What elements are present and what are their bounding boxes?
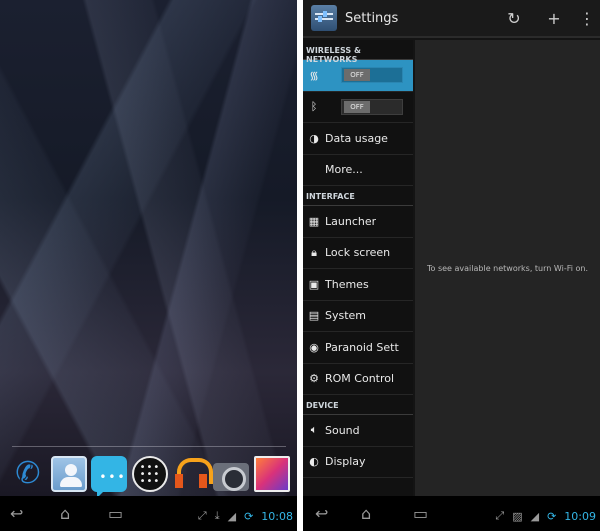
system-icon: ▤ [308, 309, 320, 323]
page-title: Settings [345, 10, 399, 26]
sync-icon: ⟳ [244, 509, 254, 523]
recent-apps-icon[interactable]: ▭ [108, 504, 123, 523]
list-item-system[interactable]: ▤ System [303, 301, 413, 332]
list-item-sound[interactable]: 🔈︎ Sound [303, 415, 413, 447]
bluetooth-icon: ᛒ [310, 100, 318, 114]
sound-label: Sound [325, 423, 360, 437]
dock-divider [12, 446, 286, 447]
system-label: System [325, 309, 367, 323]
wifi-empty-message: To see available networks, turn Wi-Fi on… [426, 264, 589, 273]
list-item-rom-control[interactable]: ⚙ ROM Control [303, 364, 413, 395]
list-item-display[interactable]: ◐ Display [303, 447, 413, 478]
wallpaper [0, 0, 297, 496]
list-item-more[interactable]: More... [303, 155, 413, 186]
section-header-interface: INTERFACE [303, 186, 413, 206]
sound-icon: 🔈︎ [310, 423, 318, 437]
action-bar: Settings ↻ + ⋮ [303, 0, 600, 38]
messaging-icon[interactable]: ••• [91, 456, 128, 498]
clock: 10:08 [261, 509, 293, 523]
display-icon: ◐ [309, 455, 319, 469]
list-item-wifi[interactable]: ᯾ OFF [303, 60, 413, 92]
rom-control-icon: ⚙ [309, 372, 319, 386]
data-usage-icon: ◑ [309, 131, 319, 145]
themes-icon: ▣ [308, 277, 320, 291]
lock-screen-label: Lock screen [325, 246, 391, 260]
fullscreen-icon: ⤢ [197, 509, 207, 522]
list-item-data-usage[interactable]: ◑ Data usage [303, 123, 413, 155]
wifi-toggle[interactable]: OFF [341, 67, 403, 84]
data-usage-label: Data usage [325, 131, 388, 145]
all-apps-icon[interactable]: ••• ••• ••• [131, 456, 168, 492]
more-label: More... [325, 163, 363, 177]
home-screen: ✆ ••• ••• ••• ••• ↩ ⌂ ▭ ⤢ ⤓ ◢ ⟳ 10:08 [0, 0, 297, 531]
status-bar: ⤢ ⤓ ◢ ⟳ 10:08 [198, 509, 293, 523]
list-item-paranoid[interactable]: ◉ Paranoid Sett [303, 332, 413, 364]
dock: ✆ ••• ••• ••• ••• [10, 454, 290, 498]
gallery-icon[interactable] [253, 456, 290, 492]
home-icon[interactable]: ⌂ [60, 504, 70, 523]
clock: 10:09 [564, 509, 596, 523]
settings-detail-pane: To see available networks, turn Wi-Fi on… [415, 40, 600, 498]
launcher-icon: ▦ [308, 214, 320, 228]
phone-icon[interactable]: ✆ [10, 456, 46, 492]
navigation-bar: ↩ ⌂ ▭ ⤢ ⤓ ◢ ⟳ 10:08 [0, 496, 297, 531]
navigation-bar: ↩ ⌂ ▭ ⤢ ▨ ◢ ⟳ 10:09 [303, 496, 600, 531]
settings-headers-list: WIRELESS & NETWORKS ᯾ OFF ᛒ OFF ◑ Data u… [303, 40, 413, 498]
people-icon[interactable] [50, 456, 87, 492]
signal-icon: ◢ [530, 509, 540, 523]
gallery-icon: ▨ [512, 509, 523, 523]
signal-icon: ◢ [227, 509, 237, 523]
paranoid-icon: ◉ [309, 340, 319, 354]
settings-screen: Settings ↻ + ⋮ WIRELESS & NETWORKS ᯾ OFF… [303, 0, 600, 531]
wifi-icon: ᯾ [309, 68, 319, 82]
play-music-icon[interactable] [173, 456, 213, 492]
section-header-device: DEVICE [303, 395, 413, 415]
list-item-themes[interactable]: ▣ Themes [303, 269, 413, 301]
lock-icon: 🔒︎ [311, 245, 317, 259]
camera-icon[interactable] [213, 463, 250, 491]
back-icon[interactable]: ↩ [315, 504, 328, 523]
add-icon[interactable]: + [534, 9, 574, 28]
bluetooth-toggle-label: OFF [344, 100, 370, 113]
sync-icon: ⟳ [547, 509, 557, 523]
settings-app-icon[interactable] [311, 5, 337, 31]
list-item-bluetooth[interactable]: ᛒ OFF [303, 92, 413, 123]
recent-apps-icon[interactable]: ▭ [413, 504, 428, 523]
fullscreen-icon: ⤢ [495, 509, 505, 522]
download-icon: ⤓ [214, 509, 220, 522]
wifi-toggle-label: OFF [344, 69, 370, 82]
rom-control-label: ROM Control [325, 372, 395, 386]
bluetooth-toggle[interactable]: OFF [341, 98, 403, 115]
paranoid-label: Paranoid Sett [325, 340, 399, 354]
sync-icon[interactable]: ↻ [494, 9, 534, 28]
themes-label: Themes [325, 277, 369, 291]
launcher-label: Launcher [325, 214, 377, 228]
display-label: Display [325, 455, 366, 469]
overflow-icon[interactable]: ⋮ [574, 9, 600, 28]
section-header-wireless: WIRELESS & NETWORKS [303, 40, 413, 64]
status-bar: ⤢ ▨ ◢ ⟳ 10:09 [495, 509, 596, 523]
back-icon[interactable]: ↩ [10, 504, 23, 523]
list-item-lock-screen[interactable]: 🔒︎ Lock screen [303, 238, 413, 269]
home-icon[interactable]: ⌂ [361, 504, 371, 523]
list-item-launcher[interactable]: ▦ Launcher [303, 206, 413, 238]
